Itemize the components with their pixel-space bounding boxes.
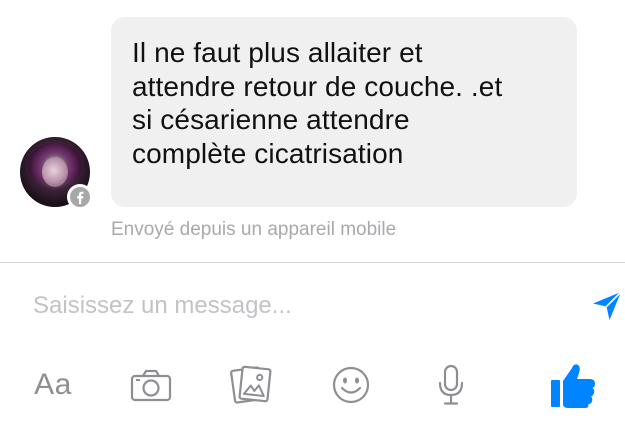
message-row: Il ne faut plus allaiter et attendre ret… [0, 0, 625, 262]
facebook-icon [67, 184, 93, 210]
photo-gallery-button[interactable] [228, 355, 274, 415]
thumbs-up-icon [551, 364, 595, 408]
text-format-button[interactable]: Aa [28, 355, 78, 415]
microphone-icon [438, 364, 464, 405]
text-format-label: Aa [34, 368, 72, 401]
message-text: Il ne faut plus allaiter et attendre ret… [132, 37, 503, 169]
smiley-icon [332, 366, 370, 404]
like-button[interactable] [545, 355, 601, 415]
chat-screen: Il ne faut plus allaiter et attendre ret… [0, 0, 625, 429]
voice-message-button[interactable] [430, 355, 472, 415]
camera-button[interactable] [128, 355, 174, 415]
composer-divider [0, 262, 625, 263]
emoji-button[interactable] [328, 355, 374, 415]
message-bubble[interactable]: Il ne faut plus allaiter et attendre ret… [111, 17, 577, 207]
photo-gallery-icon [230, 365, 272, 404]
facebook-f-glyph [77, 191, 84, 204]
avatar-face [42, 157, 68, 187]
camera-icon [130, 369, 172, 402]
sent-from-label: Envoyé depuis un appareil mobile [111, 219, 397, 240]
composer-toolbar: Aa [0, 355, 625, 415]
send-icon[interactable] [590, 289, 624, 323]
message-input[interactable] [33, 289, 573, 323]
